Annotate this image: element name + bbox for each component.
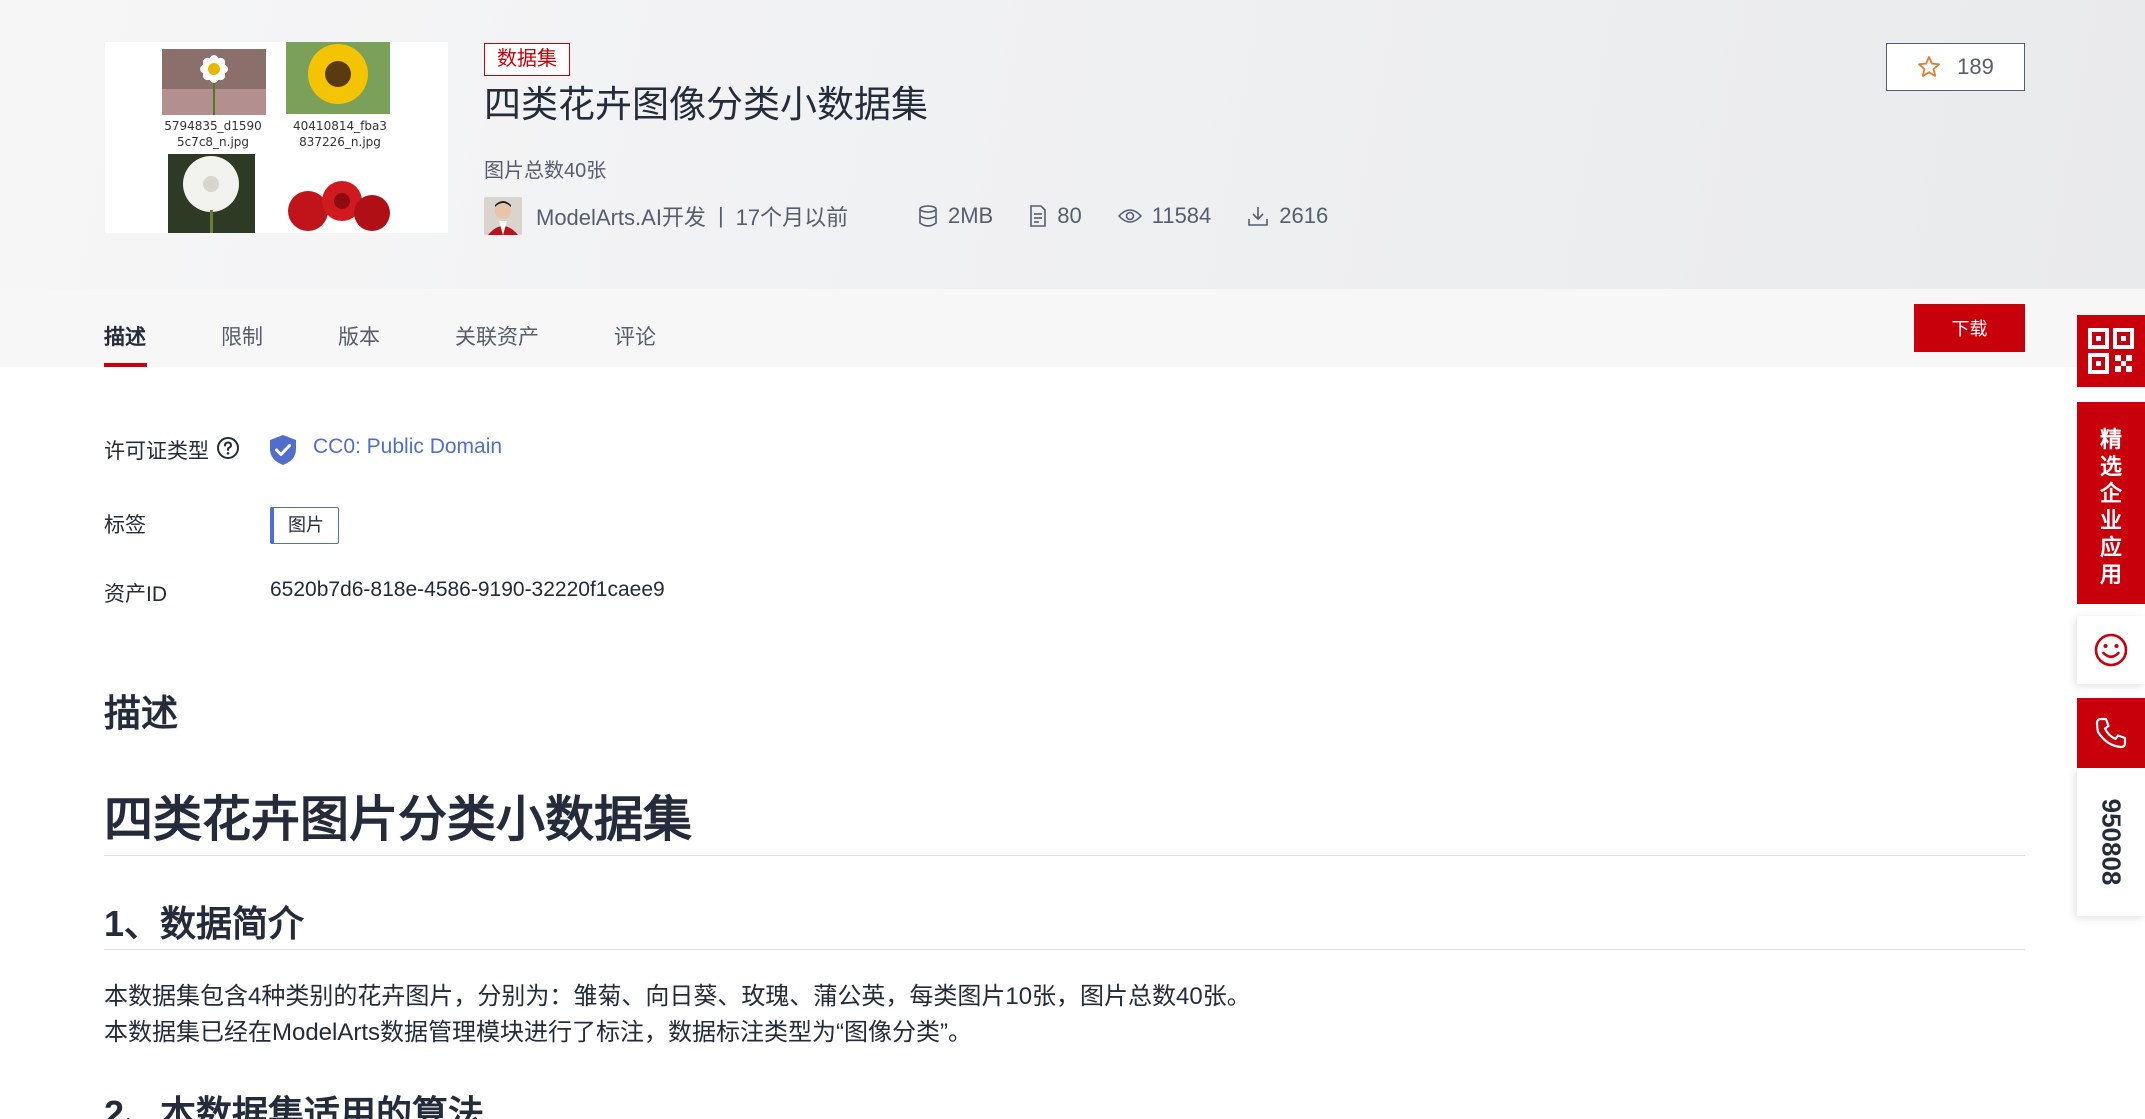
intro-line: 本数据集包含4种类别的花卉图片，分别为：雏菊、向日葵、玫瑰、蒲公英，每类图片10… [104,983,1251,1010]
database-icon [919,205,937,227]
divider [104,949,2025,950]
tags-label: 标签 [104,514,146,537]
publish-time: 17个月以前 [735,205,849,230]
section-heading-algorithms: 2、本数据集适用的算法 [104,1093,485,1119]
dataset-title: 四类花卉图像分类小数据集 [484,84,928,125]
tab-restrictions[interactable]: 限制 [221,321,263,351]
intro-line: 本数据集已经在ModelArts数据管理模块进行了标注，数据标注类型为“图像分类… [104,1019,973,1046]
star-button[interactable]: 189 [1886,43,2025,91]
smile-icon [2094,633,2128,667]
license-link[interactable]: CC0: Public Domain [313,435,502,459]
dataset-stats: 2MB 80 11584 2616 [918,196,1364,236]
size-stat: 2MB [918,203,993,229]
section-heading-intro: 1、数据简介 [104,903,305,944]
star-count: 189 [1957,54,1994,79]
description-heading: 描述 [104,693,178,734]
tab-bar: 描述 限制 版本 关联资产 评论 [0,289,2145,367]
content-title: 四类花卉图片分类小数据集 [104,793,693,847]
downloads-value: 2616 [1279,203,1329,228]
help-icon[interactable] [216,436,240,460]
download-icon [1248,207,1269,226]
dataset-cover-image: 5794835_d1590 5c7c8_n.jpg 40410814_fba3 83… [105,42,448,233]
phone-icon [2095,717,2127,749]
size-value: 2MB [948,203,994,228]
tag-chip[interactable]: 图片 [270,507,339,544]
tab-comments[interactable]: 评论 [614,321,656,351]
hotline-text: 950808 [2096,798,2127,886]
file-icon [1030,205,1047,227]
eye-icon [1117,209,1142,223]
author-row: ModelArts.AI开发 | 17个月以前 [484,196,848,236]
shield-check-icon [270,435,296,465]
active-tab-indicator [104,363,147,367]
download-button[interactable]: 下载 [1914,304,2025,352]
dandelion-thumbnail [168,154,255,233]
qr-code-button[interactable] [2077,315,2145,387]
phone-button[interactable] [2077,698,2145,768]
star-icon [1918,56,1941,77]
dataset-type-badge: 数据集 [484,43,570,76]
feedback-button[interactable] [2077,616,2145,684]
author-name[interactable]: ModelArts.AI开发 [536,200,706,232]
asset-id-value: 6520b7d6-818e-4586-9190-32220f1caee9 [270,578,665,601]
daisy-thumbnail [162,49,266,115]
views-stat: 11584 [1117,203,1212,229]
sunflower-thumbnail [286,42,390,114]
views-value: 11584 [1151,203,1212,228]
thumbnail-caption: 40410814_fba3 837226_n.jpg [293,119,387,149]
qr-code-icon [2088,328,2134,374]
intro-paragraph: 本数据集包含4种类别的花卉图片，分别为：雏菊、向日葵、玫瑰、蒲公英，每类图片10… [104,979,1251,1051]
tab-related-assets[interactable]: 关联资产 [455,321,539,351]
tab-description[interactable]: 描述 [104,321,146,351]
hotline-number: 950808 [2077,768,2145,916]
rose-thumbnail [286,181,390,233]
dataset-subtitle: 图片总数40张 [484,160,607,182]
thumbnail-caption: 5794835_d1590 5c7c8_n.jpg [164,119,262,149]
license-label: 许可证类型 [104,440,209,463]
tab-versions[interactable]: 版本 [338,321,380,351]
divider [104,855,2025,856]
dataset-header: 5794835_d1590 5c7c8_n.jpg 40410814_fba3 83… [0,0,2145,289]
author-avatar[interactable] [484,197,522,235]
featured-enterprise-apps-button[interactable]: 精 选 企 业 应 用 [2077,402,2145,604]
files-value: 80 [1057,203,1082,228]
apps-char: 用 [2099,562,2122,587]
files-stat: 80 [1029,203,1082,229]
author-separator: | [717,203,724,228]
asset-id-label: 资产ID [104,583,167,606]
downloads-stat: 2616 [1247,203,1328,229]
